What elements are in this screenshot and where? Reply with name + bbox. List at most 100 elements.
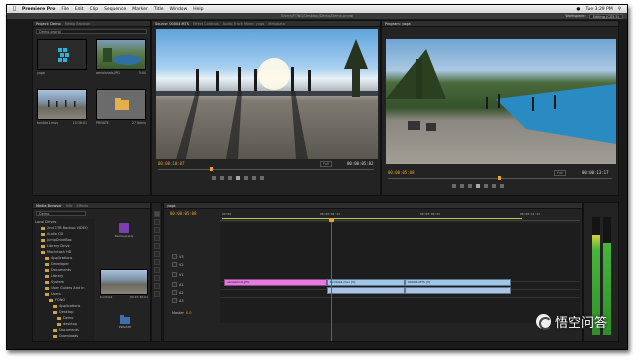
file-demo-prproj[interactable]: Demo.prproj — [113, 223, 135, 247]
menu-help[interactable]: Help — [193, 7, 203, 12]
timeline-timecode[interactable]: 00:00:05:08 — [170, 211, 197, 216]
track-select-tool-icon[interactable] — [154, 219, 160, 225]
track-header-a2[interactable]: A2 — [164, 289, 216, 296]
clip-aerialshots[interactable]: aerialshots.JPG — [224, 279, 327, 286]
selection-tool-icon[interactable] — [154, 211, 160, 217]
timeline-playhead[interactable] — [331, 219, 332, 341]
eye-icon[interactable] — [172, 262, 177, 267]
tree-item[interactable]: System — [45, 280, 64, 284]
tree-item[interactable]: Local Drives — [35, 220, 56, 224]
mark-in-button[interactable] — [452, 184, 456, 188]
track-header-v1[interactable]: V1 — [164, 271, 216, 278]
source-scrubber[interactable] — [158, 169, 374, 170]
slip-tool-icon[interactable] — [154, 259, 160, 265]
tab-media-browser-top[interactable]: Media Browser — [65, 22, 91, 26]
track-header-v3[interactable]: V3 — [164, 253, 216, 260]
mute-icon[interactable] — [172, 282, 177, 287]
menu-title[interactable]: Title — [154, 7, 164, 12]
tree-item[interactable]: Documents — [53, 328, 79, 332]
tab-metadata[interactable]: Metadata — [268, 22, 285, 26]
tree-item[interactable]: FONG — [49, 298, 65, 302]
lift-button[interactable] — [492, 184, 496, 188]
tree-item[interactable]: Audio CD — [41, 232, 63, 236]
drive-select[interactable]: Demo — [36, 211, 86, 216]
track-header-a1[interactable]: A1 — [164, 281, 216, 288]
project-item-private[interactable]: PRIVATE 27 Items — [96, 89, 146, 129]
work-area-bar[interactable] — [222, 218, 522, 219]
source-timecode[interactable]: 00:00:10:07 — [158, 161, 185, 166]
source-fit-select[interactable]: Full — [320, 161, 332, 167]
tree-item[interactable]: Library — [45, 274, 63, 278]
playhead-handle[interactable] — [329, 218, 334, 222]
search-icon[interactable]: ⚲ — [618, 7, 621, 12]
step-back-button[interactable] — [468, 184, 472, 188]
track-header-v2[interactable]: V2 — [164, 261, 216, 268]
mark-in-button[interactable] — [212, 176, 216, 180]
tab-effects[interactable]: Effects — [76, 204, 88, 208]
eye-icon[interactable] — [172, 272, 177, 277]
menu-file[interactable]: File — [61, 7, 69, 12]
track-area[interactable] — [220, 223, 580, 323]
extract-button[interactable] — [500, 184, 504, 188]
hand-tool-icon[interactable] — [154, 283, 160, 289]
file-private[interactable]: PRIVATE — [111, 315, 139, 339]
mark-out-button[interactable] — [460, 184, 464, 188]
tree-item[interactable]: Applications — [45, 256, 72, 260]
menu-edit[interactable]: Edit — [75, 7, 84, 12]
slide-tool-icon[interactable] — [154, 267, 160, 273]
mute-icon[interactable] — [172, 298, 177, 303]
program-video-frame[interactable] — [386, 39, 616, 164]
source-video-frame[interactable] — [156, 29, 378, 159]
tab-media-browser[interactable]: Media Browser — [36, 204, 62, 208]
menu-marker[interactable]: Marker — [132, 7, 148, 12]
insert-button[interactable] — [252, 176, 256, 180]
play-button[interactable] — [236, 176, 240, 180]
program-playhead[interactable] — [498, 176, 501, 180]
clock[interactable]: Tue 3:29 PM — [585, 7, 612, 12]
wifi-icon[interactable]: ● — [577, 7, 581, 12]
tree-item[interactable]: Macintosh HD — [41, 250, 71, 254]
rate-stretch-tool-icon[interactable] — [154, 243, 160, 249]
razor-tool-icon[interactable] — [154, 251, 160, 257]
tree-item[interactable]: Developer — [45, 262, 69, 266]
tree-item[interactable]: Downloads — [53, 334, 78, 338]
project-item-yoga[interactable]: yoga — [37, 39, 87, 79]
step-forward-button[interactable] — [244, 176, 248, 180]
tab-audio-mixer[interactable]: Audio Track Mixer: yoga — [223, 22, 265, 26]
tree-item[interactable]: User Guides And In — [45, 286, 85, 290]
project-file-field[interactable]: Demo.prproj — [36, 29, 147, 34]
mark-out-button[interactable] — [220, 176, 224, 180]
tab-effect-controls[interactable]: Effect Controls — [193, 22, 219, 26]
tree-item[interactable]: Documents — [45, 268, 71, 272]
apple-icon[interactable]:  — [13, 6, 16, 12]
app-menu[interactable]: Premiere Pro — [22, 7, 55, 12]
step-forward-button[interactable] — [484, 184, 488, 188]
tree-item[interactable]: Demo — [57, 316, 73, 320]
ripple-edit-tool-icon[interactable] — [154, 227, 160, 233]
step-back-button[interactable] — [228, 176, 232, 180]
track-header-master[interactable]: Master 0.0 — [164, 309, 216, 316]
tab-sequence-yoga[interactable]: yoga — [167, 204, 176, 208]
tree-item[interactable]: JumpDriveBox — [41, 238, 72, 242]
menu-clip[interactable]: Clip — [90, 7, 99, 12]
tree-item[interactable]: Desktop — [53, 310, 73, 314]
eye-icon[interactable] — [172, 254, 177, 259]
timeline-ruler[interactable]: 00:00 00:00:04:23 00:00:09:23 00:00:14:2… — [220, 211, 580, 221]
menu-sequence[interactable]: Sequence — [104, 7, 126, 12]
tab-info[interactable]: Info — [66, 204, 73, 208]
tab-project[interactable]: Project: Demo — [36, 22, 61, 26]
source-playhead[interactable] — [210, 167, 213, 171]
tree-item[interactable]: Applications — [53, 304, 80, 308]
tab-program[interactable]: Program: yoga — [385, 22, 411, 26]
play-button[interactable] — [476, 184, 480, 188]
rolling-edit-tool-icon[interactable] — [154, 235, 160, 241]
clip-audio-1[interactable] — [327, 287, 405, 294]
tree-item[interactable]: Users — [45, 292, 61, 296]
clip-tumble1[interactable]: tumble1.mov [V] — [327, 279, 405, 286]
program-fit-select[interactable]: Full — [554, 170, 566, 176]
menu-window[interactable]: Window — [170, 7, 188, 12]
program-timecode[interactable]: 00:00:05:08 — [388, 170, 415, 175]
tree-item[interactable]: desktop — [57, 322, 77, 326]
tab-source[interactable]: Source: 00004.MTS — [155, 22, 189, 26]
tree-item[interactable]: 2nd 1TB Backup VIDEO — [41, 226, 88, 230]
